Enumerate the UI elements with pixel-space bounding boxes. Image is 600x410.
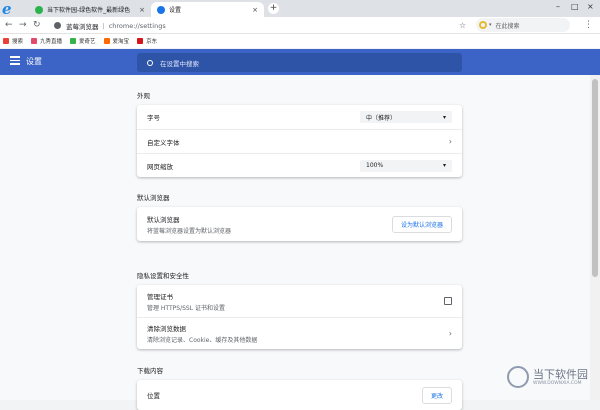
- watermark-logo-icon: [507, 366, 529, 388]
- search-engine-icon[interactable]: [479, 21, 487, 29]
- bookmark-label: 爱奇艺: [79, 39, 96, 45]
- back-button[interactable]: ←: [5, 17, 13, 34]
- section-heading-default-browser: 默认浏览器: [137, 194, 170, 202]
- font-size-label: 字号: [147, 114, 160, 122]
- downloads-card: 位置 更改: [137, 380, 462, 410]
- section-heading-downloads: 下载内容: [137, 367, 163, 375]
- address-bar[interactable]: 蓝莓浏览器 | chrome://settings: [54, 18, 469, 33]
- clear-subtitle: 清除浏览记录、Cookie、缓存及其他数据: [147, 337, 258, 344]
- browser-menu-icon[interactable]: ⋮: [584, 17, 593, 34]
- settings-search-placeholder: 在设置中搜索: [160, 59, 199, 68]
- zoom-label: 网页缩放: [147, 162, 173, 171]
- tab-settings[interactable]: 设置 ×: [151, 2, 264, 17]
- bookmark-label: 爱淘宝: [112, 39, 130, 45]
- chevron-right-icon: ›: [448, 329, 452, 338]
- browser-logo: e: [2, 0, 12, 18]
- zoom-value: 100%: [366, 162, 384, 169]
- default-browser-card: 默认浏览器 将蓝莓浏览器设置为默认浏览器 设为默认浏览器: [137, 207, 462, 241]
- custom-fonts-row[interactable]: 自定义字体 ›: [137, 129, 462, 153]
- tab-title: 设置: [169, 7, 182, 14]
- default-browser-subtitle: 将蓝莓浏览器设置为默认浏览器: [147, 227, 232, 235]
- chevron-right-icon: ›: [448, 137, 452, 146]
- address-separator: |: [102, 21, 105, 30]
- download-location-row: 位置 更改: [137, 380, 462, 410]
- external-link-icon: [444, 297, 452, 305]
- watermark-line1: 当下软件园: [533, 367, 588, 381]
- download-location-label: 位置: [147, 392, 160, 400]
- change-location-button[interactable]: 更改: [421, 386, 452, 404]
- tab-favicon-icon: [35, 5, 43, 14]
- bookmark-aitaobao[interactable]: 爱淘宝: [103, 37, 130, 45]
- clear-title: 清除浏览数据: [147, 325, 186, 333]
- hamburger-menu-icon[interactable]: [10, 56, 20, 65]
- bookmark-iqiyi[interactable]: 爱奇艺: [70, 37, 96, 45]
- tab-downxia[interactable]: 当下软件园-绿色软件_最新绿色 ×: [29, 2, 151, 17]
- appearance-card: 字号 中（推荐） ▾ 自定义字体 › 网页缩放 100% ▾: [137, 105, 462, 177]
- tab-close-icon[interactable]: ×: [139, 6, 145, 14]
- cert-title: 管理证书: [147, 292, 173, 301]
- maximize-button[interactable]: □: [571, 2, 579, 11]
- close-window-button[interactable]: ×: [587, 2, 594, 11]
- chevron-down-icon[interactable]: ▾: [489, 22, 492, 28]
- reload-button[interactable]: ↻: [33, 17, 41, 34]
- search-icon: [147, 59, 153, 66]
- tab-title: 当下软件园-绿色软件_最新绿色: [47, 7, 131, 14]
- zoom-select[interactable]: 100% ▾: [360, 159, 452, 172]
- address-url: chrome://settings: [108, 21, 166, 30]
- settings-search-input[interactable]: 在设置中搜索: [137, 53, 462, 72]
- dropdown-arrow-icon: ▾: [442, 113, 446, 121]
- site-info-icon[interactable]: [54, 22, 61, 29]
- bookmark-icon: [137, 38, 144, 44]
- bookmark-jiuxiu[interactable]: 九秀直播: [31, 37, 62, 45]
- settings-gear-icon: [157, 5, 165, 14]
- privacy-card: 管理证书 管理 HTTPS/SSL 证书和设置 清除浏览数据 清除浏览记录、Co…: [137, 285, 462, 349]
- bookmark-icon: [31, 38, 38, 44]
- zoom-row: 网页缩放 100% ▾: [137, 153, 462, 177]
- tab-close-icon[interactable]: ×: [252, 6, 258, 14]
- scrollbar-thumb[interactable]: [592, 79, 598, 277]
- default-browser-row: 默认浏览器 将蓝莓浏览器设置为默认浏览器 设为默认浏览器: [137, 207, 462, 241]
- dropdown-arrow-icon: ▾: [442, 162, 446, 169]
- watermark: 当下软件园 WWW.DOWNXIA.COM: [507, 362, 597, 392]
- clear-browsing-data-row[interactable]: 清除浏览数据 清除浏览记录、Cookie、缓存及其他数据 ›: [137, 317, 462, 349]
- site-name: 蓝莓浏览器: [66, 22, 99, 31]
- bookmark-label: 搜索: [12, 39, 24, 45]
- browser-search-placeholder: 在此搜索: [495, 22, 520, 30]
- minimize-button[interactable]: –: [556, 2, 560, 11]
- bookmark-label: 京东: [146, 39, 158, 45]
- bookmark-icon: [70, 38, 77, 44]
- forward-button[interactable]: →: [19, 17, 27, 34]
- section-heading-privacy: 隐私设置和安全性: [137, 272, 189, 280]
- watermark-line2: WWW.DOWNXIA.COM: [533, 380, 582, 386]
- font-size-row: 字号 中（推荐） ▾: [137, 105, 462, 129]
- default-browser-title: 默认浏览器: [147, 215, 180, 224]
- bookmark-star-icon[interactable]: ☆: [459, 17, 466, 34]
- bookmarks-bar: 搜索 九秀直播 爱奇艺 爱淘宝 京东: [0, 34, 600, 48]
- page-title: 设置: [26, 57, 42, 66]
- section-heading-appearance: 外观: [137, 92, 150, 100]
- custom-fonts-label: 自定义字体: [147, 138, 180, 147]
- bookmark-search[interactable]: 搜索: [3, 37, 23, 45]
- new-tab-button[interactable]: +: [268, 3, 279, 14]
- browser-search-box[interactable]: ▾ 在此搜索: [476, 18, 570, 32]
- manage-certificates-row[interactable]: 管理证书 管理 HTTPS/SSL 证书和设置: [137, 285, 462, 317]
- font-size-value: 中（推荐）: [366, 114, 397, 122]
- bookmark-label: 九秀直播: [40, 39, 63, 45]
- bookmark-jd[interactable]: 京东: [137, 37, 157, 45]
- bookmark-icon: [3, 38, 9, 44]
- cert-subtitle: 管理 HTTPS/SSL 证书和设置: [147, 304, 225, 312]
- font-size-select[interactable]: 中（推荐） ▾: [360, 111, 452, 123]
- set-default-browser-button[interactable]: 设为默认浏览器: [391, 215, 452, 233]
- bookmark-icon: [103, 38, 110, 44]
